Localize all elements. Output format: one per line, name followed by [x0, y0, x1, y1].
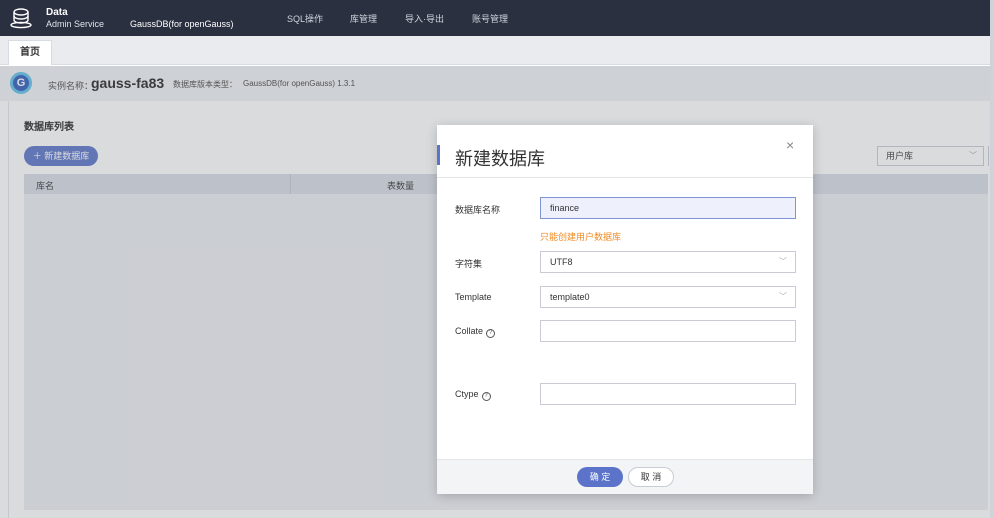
template-selected-value: template0: [550, 292, 590, 302]
database-logo-icon: [10, 8, 32, 29]
collate-label-text: Collate: [455, 326, 484, 336]
chevron-down-icon: ﹀: [779, 257, 787, 266]
charset-select[interactable]: UTF8 ﹀: [540, 251, 796, 273]
dialog-footer: 确 定 取 消: [437, 459, 813, 494]
logo-title: Data: [46, 7, 68, 18]
nav-sql-operations[interactable]: SQL操作: [287, 12, 323, 25]
nav-import-export[interactable]: 导入·导出: [405, 12, 444, 25]
database-name-input[interactable]: finance: [540, 197, 796, 219]
confirm-button[interactable]: 确 定: [577, 467, 623, 487]
charset-selected-value: UTF8: [550, 257, 573, 267]
collate-input[interactable]: [540, 320, 796, 342]
ctype-input[interactable]: [540, 383, 796, 405]
ctype-label: Ctype?: [455, 389, 491, 401]
database-name-label: 数据库名称: [455, 205, 501, 215]
template-select[interactable]: template0 ﹀: [540, 286, 796, 308]
tab-bar: 首页: [0, 36, 993, 65]
product-name: GaussDB(for openGauss): [130, 19, 234, 29]
nav-database-management[interactable]: 库管理: [350, 12, 377, 25]
logo-subtitle: Admin Service: [46, 19, 105, 29]
template-label: Template: [455, 292, 492, 302]
dialog-title: 新建数据库: [455, 149, 545, 169]
close-icon[interactable]: ×: [786, 137, 794, 153]
top-bar: Data Admin Service GaussDB(for openGauss…: [0, 0, 993, 36]
create-database-dialog: 新建数据库 × 数据库名称 finance 只能创建用户数据库 字符集 UTF8…: [437, 125, 813, 494]
help-icon[interactable]: ?: [481, 392, 491, 401]
help-icon[interactable]: ?: [486, 329, 496, 338]
dialog-title-accent: [437, 145, 440, 165]
dialog-divider: [437, 177, 813, 178]
chevron-down-icon: ﹀: [779, 292, 787, 301]
collate-label: Collate?: [455, 326, 496, 338]
nav-account-management[interactable]: 账号管理: [472, 12, 508, 25]
cancel-button[interactable]: 取 消: [628, 467, 674, 487]
database-name-hint: 只能创建用户数据库: [540, 232, 622, 242]
ctype-label-text: Ctype: [455, 389, 479, 399]
charset-label: 字符集: [455, 259, 483, 269]
tab-home[interactable]: 首页: [8, 40, 52, 65]
